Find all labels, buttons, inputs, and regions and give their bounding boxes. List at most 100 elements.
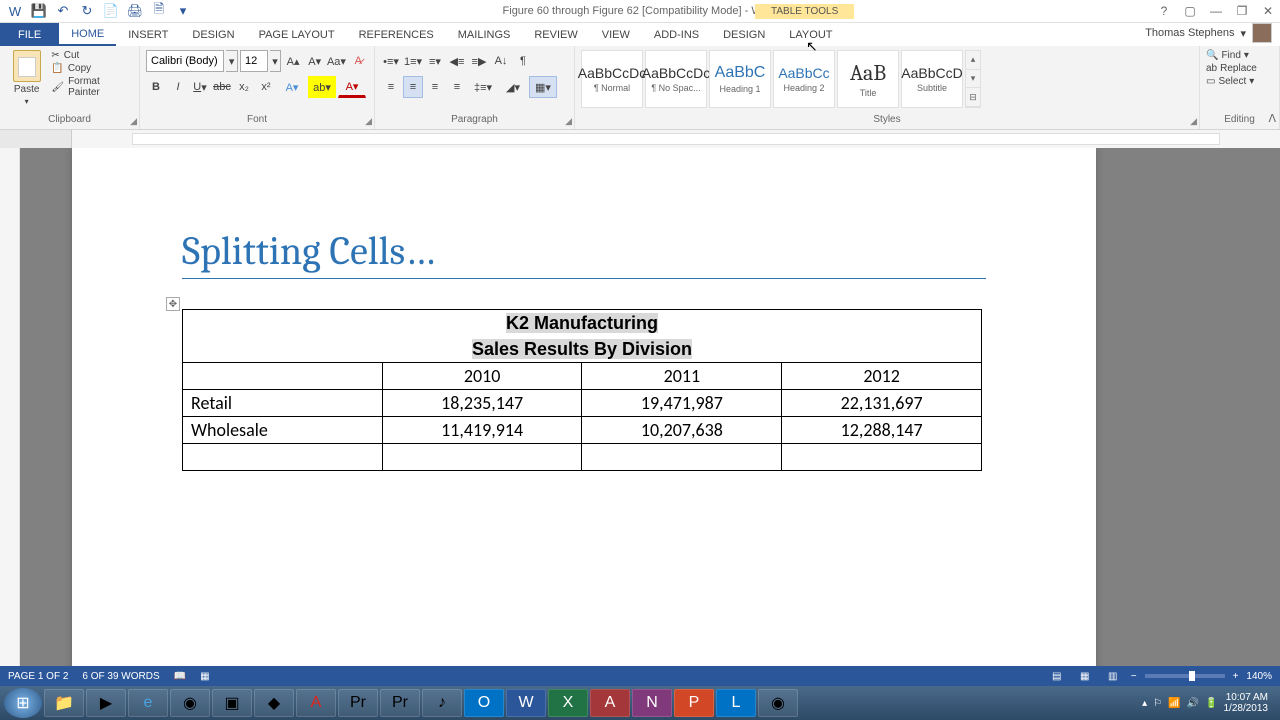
user-area[interactable]: Thomas Stephens ▾ (1145, 23, 1272, 43)
outlook-task[interactable]: O (464, 689, 504, 717)
word-task[interactable]: W (506, 689, 546, 717)
table-cell[interactable]: 18,235,147 (382, 390, 582, 417)
app-task[interactable]: Pr (380, 689, 420, 717)
bold-button[interactable]: B (146, 76, 166, 98)
user-menu-icon[interactable]: ▾ (1240, 27, 1246, 40)
copy-button[interactable]: 📋Copy (51, 63, 133, 74)
borders-button[interactable]: ▦▾ (529, 76, 557, 98)
numbering-button[interactable]: 1≡▾ (403, 50, 423, 72)
tab-file[interactable]: FILE (0, 23, 59, 46)
tab-home[interactable]: HOME (59, 23, 116, 46)
table-cell[interactable]: Retail (183, 390, 383, 417)
tab-references[interactable]: REFERENCES (347, 23, 446, 46)
system-tray[interactable]: ▴ ⚐ 📶 🔊 🔋 10:07 AM 1/28/2013 (1142, 692, 1276, 714)
tab-mailings[interactable]: MAILINGS (446, 23, 523, 46)
style-title[interactable]: AaBTitle (837, 50, 899, 108)
cut-button[interactable]: ✂Cut (51, 50, 133, 61)
font-color-button[interactable]: A▾ (338, 76, 366, 98)
camtasia-task[interactable]: ◉ (758, 689, 798, 717)
table-cell[interactable]: 22,131,697 (782, 390, 982, 417)
app-task[interactable]: Pr (338, 689, 378, 717)
table-cell[interactable]: 2011 (582, 363, 782, 390)
zoom-slider[interactable] (1145, 674, 1225, 678)
zoom-in-button[interactable]: + (1233, 671, 1239, 682)
multilevel-button[interactable]: ≡▾ (425, 50, 445, 72)
table-cell[interactable] (183, 363, 383, 390)
grow-font-button[interactable]: A▴ (283, 50, 303, 72)
word-app-icon[interactable]: W (6, 2, 24, 20)
minimize-button[interactable]: — (1208, 3, 1224, 19)
change-case-button[interactable]: Aa▾ (326, 50, 346, 72)
table-cell[interactable]: 19,471,987 (582, 390, 782, 417)
powerpoint-task[interactable]: P (674, 689, 714, 717)
horizontal-ruler[interactable] (72, 130, 1280, 148)
styles-up-icon[interactable]: ▴ (966, 51, 980, 70)
zoom-thumb[interactable] (1189, 671, 1195, 681)
styles-expand-icon[interactable]: ⊟ (966, 88, 980, 107)
user-avatar[interactable] (1252, 23, 1272, 43)
italic-button[interactable]: I (168, 76, 188, 98)
style-heading1[interactable]: AaBbCHeading 1 (709, 50, 771, 108)
subscript-button[interactable]: x₂ (234, 76, 254, 98)
lync-task[interactable]: L (716, 689, 756, 717)
zoom-level[interactable]: 140% (1246, 671, 1272, 682)
table-row[interactable]: Retail 18,235,147 19,471,987 22,131,697 (183, 390, 982, 417)
ribbon-options-icon[interactable]: ▢ (1182, 3, 1198, 19)
tray-up-icon[interactable]: ▴ (1142, 698, 1147, 709)
sales-table[interactable]: K2 Manufacturing Sales Results By Divisi… (182, 309, 982, 471)
tab-review[interactable]: REVIEW (522, 23, 589, 46)
volume-icon[interactable]: 🔊 (1187, 698, 1199, 709)
app-task[interactable]: ◆ (254, 689, 294, 717)
shrink-font-button[interactable]: A▾ (305, 50, 325, 72)
collapse-ribbon-icon[interactable]: ᐱ (1268, 112, 1276, 125)
print-icon[interactable]: 🖨 (126, 2, 144, 20)
clear-format-button[interactable]: A̷ (348, 50, 368, 72)
table-cell[interactable]: 2012 (782, 363, 982, 390)
qat-more-icon[interactable]: ▾ (174, 2, 192, 20)
align-left-button[interactable]: ≡ (381, 76, 401, 98)
tab-insert[interactable]: INSERT (116, 23, 180, 46)
help-icon[interactable]: ? (1156, 3, 1172, 19)
format-painter-button[interactable]: 🖌Format Painter (51, 76, 133, 98)
increase-indent-button[interactable]: ≡▶ (469, 50, 489, 72)
acrobat-task[interactable]: A (296, 689, 336, 717)
tab-design[interactable]: DESIGN (180, 23, 246, 46)
style-normal[interactable]: AaBbCcDc¶ Normal (581, 50, 643, 108)
styles-more[interactable]: ▴▾⊟ (965, 50, 981, 108)
sort-button[interactable]: A↓ (491, 50, 511, 72)
clock[interactable]: 10:07 AM 1/28/2013 (1224, 692, 1269, 714)
zoom-out-button[interactable]: − (1131, 671, 1137, 682)
itunes-task[interactable]: ♪ (422, 689, 462, 717)
table-cell[interactable] (582, 444, 782, 471)
select-button[interactable]: ▭Select▾ (1206, 76, 1273, 87)
table-cell[interactable]: 11,419,914 (382, 417, 582, 444)
ie-task[interactable]: e (128, 689, 168, 717)
show-marks-button[interactable]: ¶ (513, 50, 533, 72)
page[interactable]: Splitting Cells… ✥ K2 Manufacturing Sale… (72, 148, 1096, 686)
font-size-select[interactable]: 12 (240, 50, 268, 72)
tab-table-design[interactable]: DESIGN (711, 23, 777, 46)
close-button[interactable]: ✕ (1260, 3, 1276, 19)
underline-button[interactable]: U▾ (190, 76, 210, 98)
new-doc-icon[interactable]: 📄 (102, 2, 120, 20)
print-preview-icon[interactable]: 🗎 (150, 2, 168, 20)
save-icon[interactable]: 💾 (30, 2, 48, 20)
size-dropdown-icon[interactable]: ▾ (270, 50, 282, 72)
table-cell[interactable] (382, 444, 582, 471)
flag-icon[interactable]: ⚐ (1153, 698, 1162, 709)
style-no-spacing[interactable]: AaBbCcDc¶ No Spac... (645, 50, 707, 108)
table-row[interactable]: 2010 2011 2012 (183, 363, 982, 390)
read-mode-button[interactable]: ▤ (1047, 668, 1067, 684)
paste-button[interactable]: Paste ▾ (6, 50, 47, 106)
table-row[interactable] (183, 444, 982, 471)
style-heading2[interactable]: AaBbCcHeading 2 (773, 50, 835, 108)
clipboard-launcher-icon[interactable]: ◢ (130, 116, 137, 127)
proofing-icon[interactable]: 📖 (174, 671, 186, 682)
line-spacing-button[interactable]: ‡≡▾ (469, 76, 497, 98)
page-indicator[interactable]: PAGE 1 OF 2 (8, 671, 68, 682)
word-count[interactable]: 6 OF 39 WORDS (82, 671, 159, 682)
table-cell[interactable] (782, 444, 982, 471)
font-launcher-icon[interactable]: ◢ (365, 116, 372, 127)
table-cell[interactable]: 10,207,638 (582, 417, 782, 444)
document-heading[interactable]: Splitting Cells… (182, 228, 986, 279)
